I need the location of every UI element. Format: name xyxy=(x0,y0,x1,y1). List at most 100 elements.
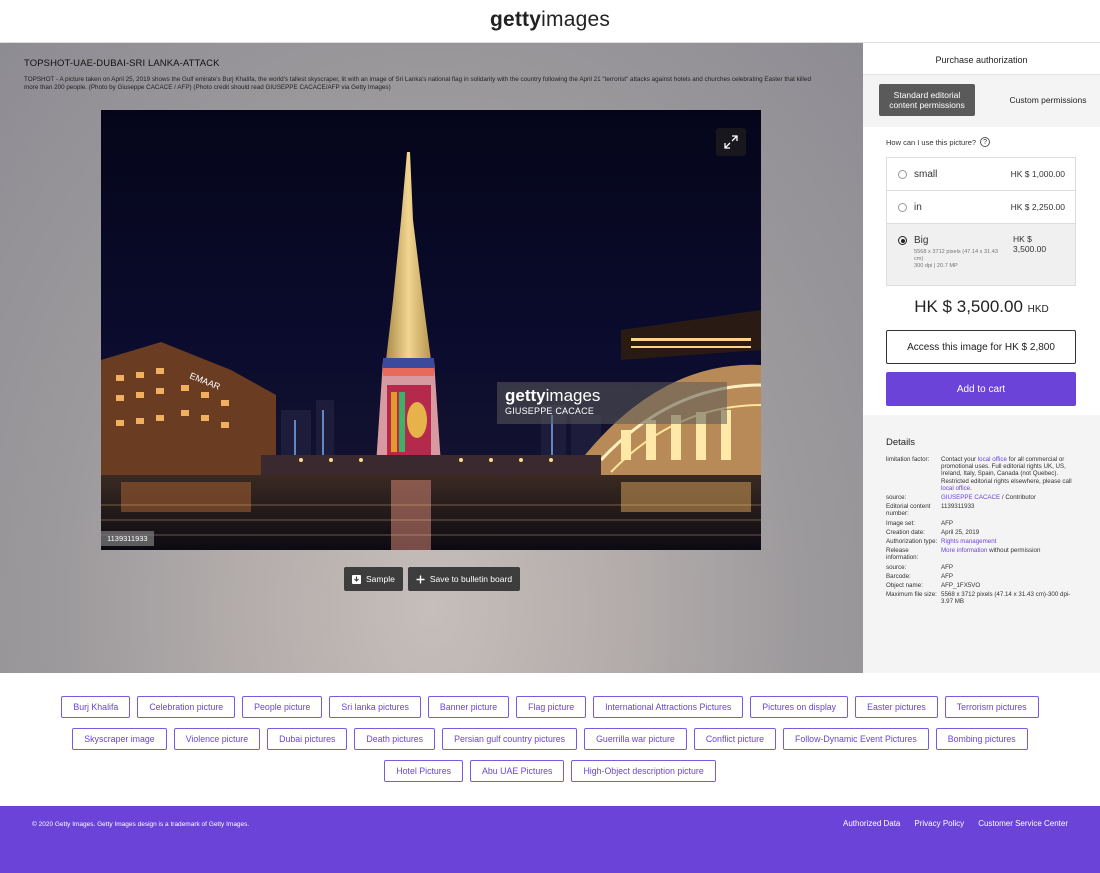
photo-illustration: EMAAR xyxy=(101,110,761,550)
keyword-tag[interactable]: Follow-Dynamic Event Pictures xyxy=(783,728,929,750)
tab-standard-editorial[interactable]: Standard editorial content permissions xyxy=(879,84,975,116)
size-option-medium[interactable]: in HK $ 2,250.00 xyxy=(887,191,1075,224)
footer-link-authorized-data[interactable]: Authorized Data xyxy=(843,819,900,828)
site-header: gettyimages xyxy=(0,0,1100,43)
image-viewer: TOPSHOT-UAE-DUBAI-SRI LANKA-ATTACK TOPSH… xyxy=(0,43,863,673)
size-option-small[interactable]: small HK $ 1,000.00 xyxy=(887,158,1075,191)
detail-value: AFP xyxy=(941,519,954,527)
radio-big-selected[interactable] xyxy=(898,236,907,245)
keyword-tag[interactable]: Dubai pictures xyxy=(267,728,348,750)
detail-row-creation-date: Creation date: April 25, 2019 xyxy=(886,529,1081,536)
logo-light: images xyxy=(541,8,611,31)
option-spec-dimensions: 5568 x 3712 pixels (47.14 x 31.43 cm) xyxy=(914,249,998,263)
keyword-tag[interactable]: Flag picture xyxy=(516,696,587,718)
watermark-credit: GIUSEPPE CACACE xyxy=(505,406,595,416)
detail-row-image-set: Image set: AFP xyxy=(886,520,1081,527)
keyword-tag[interactable]: Abu UAE Pictures xyxy=(470,760,565,782)
expand-button[interactable] xyxy=(716,128,746,156)
detail-value: AFP xyxy=(941,572,954,580)
access-image-button[interactable]: Access this image for HK $ 2,800 xyxy=(886,330,1076,364)
more-information-link[interactable]: More information xyxy=(941,547,987,554)
local-office-link[interactable]: local office xyxy=(978,456,1007,463)
usage-question-text: How can I use this picture? xyxy=(886,137,977,147)
keyword-tag[interactable]: Easter pictures xyxy=(855,696,938,718)
detail-row-limitation: limitation factor: Contact your local of… xyxy=(886,456,1081,492)
detail-value: AFP xyxy=(941,563,954,571)
detail-key: source: xyxy=(886,494,907,502)
radio-medium[interactable] xyxy=(898,203,907,212)
keyword-tag[interactable]: People picture xyxy=(242,696,323,718)
detail-value: Contact your local office for all commer… xyxy=(941,456,1081,492)
getty-logo[interactable]: gettyimages xyxy=(490,8,610,32)
keyword-tag[interactable]: Guerrilla war picture xyxy=(584,728,687,750)
radio-small[interactable] xyxy=(898,170,907,179)
watermark-logo-bold: getty xyxy=(505,386,546,405)
footer-link-customer-service[interactable]: Customer Service Center xyxy=(978,819,1068,828)
download-icon xyxy=(352,574,361,584)
usage-question: How can I use this picture? ? xyxy=(886,137,991,147)
add-to-cart-button[interactable]: Add to cart xyxy=(886,372,1076,406)
tag-row: Skyscraper image Violence picture Dubai pi… xyxy=(0,728,1100,750)
purchase-panel: Purchase authorization Standard editoria… xyxy=(863,43,1100,673)
help-icon[interactable]: ? xyxy=(980,137,991,147)
keyword-tag[interactable]: Pictures on display xyxy=(750,696,849,718)
detail-value: 1139311933 xyxy=(941,503,975,511)
keyword-tag[interactable]: Terrorism pictures xyxy=(944,696,1039,718)
main-photo[interactable]: EMAAR gettyimages GIUSEPPE CACACE 113931… xyxy=(101,110,761,550)
keyword-tag[interactable]: Sri lanka pictures xyxy=(329,696,421,718)
detail-key: limitation factor: xyxy=(886,456,930,463)
image-caption: TOPSHOT - A picture taken on April 25, 2… xyxy=(24,76,811,92)
license-options-section: How can I use this picture? ? small HK $… xyxy=(863,127,1100,415)
local-office-link[interactable]: local office xyxy=(941,485,970,492)
detail-key: source: xyxy=(886,563,907,571)
keyword-tag[interactable]: Persian gulf country pictures xyxy=(442,728,578,750)
keyword-tag[interactable]: Celebration picture xyxy=(137,696,236,718)
sample-label: Sample xyxy=(366,574,395,584)
keyword-tag[interactable]: Violence picture xyxy=(173,728,261,750)
option-name: Big xyxy=(914,235,929,246)
size-options: small HK $ 1,000.00 in HK $ 2,250.00 Big… xyxy=(886,157,1076,286)
keyword-tag[interactable]: Death pictures xyxy=(354,728,436,750)
save-label: Save to bulletin board xyxy=(429,574,513,584)
keyword-tag[interactable]: High-Object description picture xyxy=(571,760,716,782)
footer-link-privacy-policy[interactable]: Privacy Policy xyxy=(914,819,964,828)
option-price: HK $ 2,250.00 xyxy=(1010,202,1065,212)
image-title: TOPSHOT-UAE-DUBAI-SRI LANKA-ATTACK xyxy=(24,58,220,69)
keyword-tag[interactable]: Skyscraper image xyxy=(72,728,167,750)
contributor-text: / Contributor xyxy=(1000,494,1036,502)
detail-value: 5568 x 3712 pixels (47.14 x 31.43 cm)-30… xyxy=(941,591,1071,606)
option-spec: 5568 x 3712 pixels (47.14 x 31.43 cm) 30… xyxy=(914,249,1002,271)
copyright-text: © 2020 Getty Images. Getty Images design… xyxy=(32,821,250,828)
sample-button[interactable]: Sample xyxy=(344,567,403,591)
detail-value: GIUSEPPE CACACE / Contributor xyxy=(941,494,1081,501)
detail-key: Object name: xyxy=(886,582,923,590)
size-option-big[interactable]: Big HK $ 3,500.00 5568 x 3712 pixels (47… xyxy=(887,224,1075,285)
detail-row-object-name: Object name: AFP_1FX5VO xyxy=(886,582,1081,589)
detail-key: Maximum file size: xyxy=(886,591,937,599)
rights-management-link[interactable]: Rights management xyxy=(941,538,1081,545)
limitation-text: Contact your xyxy=(941,456,978,463)
keyword-tag[interactable]: Bombing pictures xyxy=(935,728,1028,750)
option-spec-resolution: 300 dpi | 20.7 MP xyxy=(914,263,958,270)
detail-key: Creation date: xyxy=(886,528,925,536)
photographer-link[interactable]: GIUSEPPE CACACE xyxy=(941,494,1000,501)
detail-key: Release information: xyxy=(886,547,919,562)
keyword-tag[interactable]: Conflict picture xyxy=(693,728,776,750)
tag-row: Hotel Pictures Abu UAE Pictures High-Objec… xyxy=(0,760,1100,782)
details-section: Details limitation factor: Contact your … xyxy=(886,437,1081,608)
keyword-tag[interactable]: Hotel Pictures xyxy=(384,760,464,782)
total-price-currency: HKD xyxy=(1027,304,1049,315)
detail-row-barcode: Barcode: AFP xyxy=(886,573,1081,580)
detail-key: Authorization type: xyxy=(886,538,938,546)
detail-value: April 25, 2019 xyxy=(941,528,980,536)
tab-custom-permissions[interactable]: Custom permissions xyxy=(1003,84,1093,116)
keyword-tag[interactable]: Banner picture xyxy=(427,696,510,718)
site-footer: © 2020 Getty Images. Getty Images design… xyxy=(0,806,1100,873)
keyword-tag[interactable]: International Attractions Pictures xyxy=(593,696,744,718)
detail-row-editorial-number: Editorial content number: 1139311933 xyxy=(886,503,1081,517)
detail-key: Image set: xyxy=(886,519,915,527)
plus-icon xyxy=(416,575,425,583)
image-actions: Sample Save to bulletin board xyxy=(344,567,521,591)
save-to-board-button[interactable]: Save to bulletin board xyxy=(407,567,521,591)
keyword-tag[interactable]: Burj Khalifa xyxy=(61,696,131,718)
